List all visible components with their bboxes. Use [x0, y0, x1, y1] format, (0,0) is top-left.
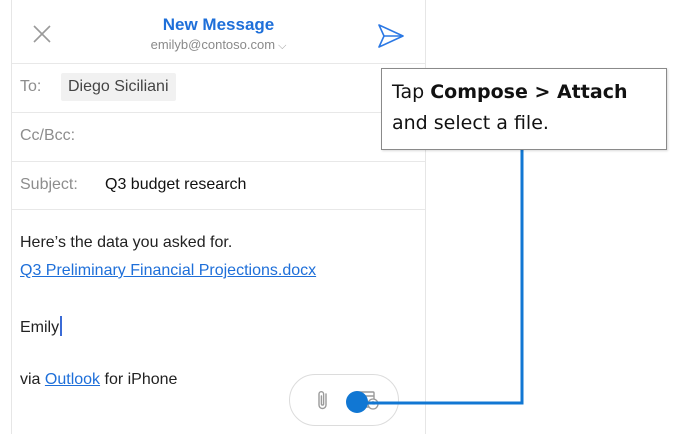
instruction-callout: Tap Compose > Attach and select a file. — [381, 68, 667, 150]
paperclip-icon — [318, 391, 327, 410]
recipient-chip[interactable]: Diego Siciliani — [61, 73, 176, 101]
to-label: To: — [20, 78, 42, 95]
footer-suffix: for iPhone — [100, 371, 178, 388]
attachment-link[interactable]: Q3 Preliminary Financial Projections.doc… — [20, 262, 316, 279]
outlook-link[interactable]: Outlook — [45, 371, 100, 388]
cc-bcc-label: Cc/Bcc: — [20, 127, 76, 144]
account-selector[interactable]: emilyb@contoso.com ⌵ — [12, 37, 425, 54]
subject-label: Subject: — [20, 176, 78, 193]
calendar-button[interactable] — [354, 389, 380, 411]
to-field[interactable]: To: Diego Siciliani — [12, 63, 425, 111]
compose-screen: New Message emilyb@contoso.com ⌵ To: Dieg… — [11, 0, 426, 434]
text-cursor — [60, 316, 63, 336]
body-line: Here’s the data you asked for. — [20, 234, 233, 251]
subject-input[interactable]: Q3 budget research — [105, 176, 246, 194]
subject-field[interactable]: Subject: Q3 budget research — [12, 161, 425, 209]
footer-prefix: via — [20, 371, 45, 388]
attachment-toolbar — [289, 374, 399, 426]
account-email: emilyb@contoso.com — [150, 37, 276, 52]
send-icon — [378, 24, 404, 48]
chevron-down-icon: ⌵ — [278, 40, 287, 52]
send-button[interactable] — [376, 22, 406, 50]
callout-prefix: Tap — [392, 81, 431, 103]
footer-line: via Outlook for iPhone — [20, 371, 177, 389]
attach-button[interactable] — [314, 389, 332, 411]
callout-command: Compose > Attach — [430, 81, 628, 103]
cc-bcc-field[interactable]: Cc/Bcc: — [12, 112, 425, 160]
callout-line-1: Tap Compose > Attach — [392, 77, 656, 108]
compose-header: New Message emilyb@contoso.com ⌵ — [12, 0, 425, 62]
calendar-icon — [355, 391, 379, 410]
signature: Emily — [20, 319, 60, 336]
callout-line-2: and select a file. — [392, 112, 549, 134]
page-title: New Message — [162, 15, 275, 34]
